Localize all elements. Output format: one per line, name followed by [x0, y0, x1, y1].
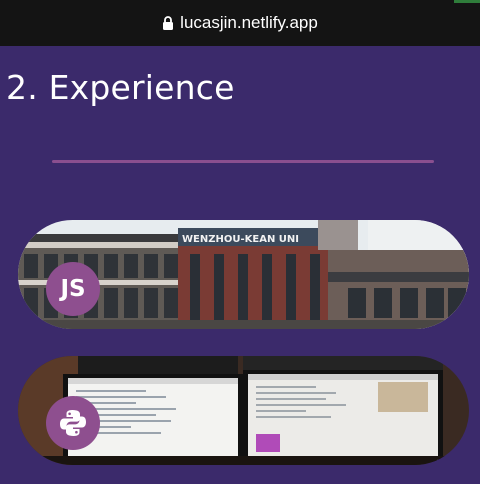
experience-card-js[interactable]: WENZHOU-KEAN UNI JS	[18, 220, 469, 329]
url-text: lucasjin.netlify.app	[180, 13, 318, 32]
lock-icon	[163, 16, 174, 30]
python-icon	[60, 410, 86, 436]
js-badge: JS	[46, 262, 100, 316]
experience-card-python[interactable]	[18, 356, 469, 465]
python-badge	[46, 396, 100, 450]
section-divider	[52, 160, 434, 163]
status-indicator	[454, 0, 480, 3]
building-sign: WENZHOU-KEAN UNI	[182, 234, 299, 245]
browser-url-bar[interactable]: lucasjin.netlify.app	[0, 0, 480, 46]
section-title: 2. Experience	[6, 68, 235, 107]
